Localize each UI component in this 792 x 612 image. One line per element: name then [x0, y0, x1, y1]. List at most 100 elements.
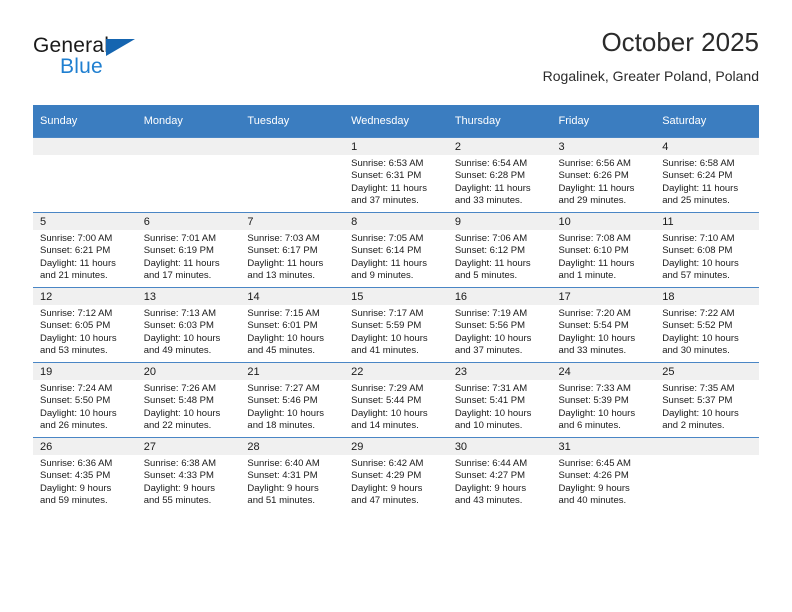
calendar-day-cell[interactable]: 29 Sunrise: 6:42 AM Sunset: 4:29 PM Dayligh… — [344, 437, 448, 512]
calendar-day-cell[interactable]: 7 Sunrise: 7:03 AM Sunset: 6:17 PM Daylight… — [240, 212, 345, 288]
title-block: October 2025 Rogalinek, Greater Poland, … — [543, 27, 759, 84]
calendar-day-cell[interactable]: 28 Sunrise: 6:40 AM Sunset: 4:31 PM Dayligh… — [240, 437, 345, 512]
daylight-text: Daylight: 11 hours — [143, 257, 220, 269]
daylight-text: and 17 minutes. — [143, 270, 212, 282]
day-number: 16 — [447, 288, 552, 305]
daylight-text: Daylight: 11 hours — [247, 257, 324, 269]
calendar-day-cell[interactable]: 31 Sunrise: 6:45 AM Sunset: 4:26 PM Dayligh… — [551, 437, 656, 512]
calendar-day-cell[interactable]: 14 Sunrise: 7:15 AM Sunset: 6:01 PM Dayligh… — [240, 287, 345, 363]
day-cell-inner: 16 Sunrise: 7:19 AM Sunset: 5:56 PM Dayligh… — [447, 288, 552, 362]
calendar-day-cell[interactable]: 27 Sunrise: 6:38 AM Sunset: 4:33 PM Dayligh… — [136, 437, 241, 512]
daylight-text: and 40 minutes. — [558, 495, 627, 507]
daylight-text: Daylight: 9 hours — [143, 482, 215, 494]
calendar-day-cell[interactable]: 9 Sunrise: 7:06 AM Sunset: 6:12 PM Daylight… — [447, 212, 552, 288]
day-cell-inner: 29 Sunrise: 6:42 AM Sunset: 4:29 PM Dayligh… — [344, 438, 448, 512]
sunset-text: Sunset: 6:01 PM — [247, 320, 318, 332]
sunset-text: Sunset: 5:50 PM — [40, 395, 111, 407]
day-sun-info: Sunrise: 6:44 AM Sunset: 4:27 PM Daylight:… — [448, 455, 552, 508]
day-sun-info: Sunrise: 7:17 AM Sunset: 5:59 PM Daylight:… — [344, 305, 448, 358]
daylight-text: Daylight: 11 hours — [662, 182, 739, 194]
day-sun-info — [33, 155, 137, 158]
daylight-text: and 18 minutes. — [247, 420, 316, 432]
day-number: 29 — [344, 438, 448, 455]
calendar-day-cell[interactable]: 30 Sunrise: 6:44 AM Sunset: 4:27 PM Dayligh… — [447, 437, 552, 512]
calendar-day-cell[interactable]: 20 Sunrise: 7:26 AM Sunset: 5:48 PM Dayligh… — [136, 362, 241, 438]
calendar-day-cell[interactable]: 22 Sunrise: 7:29 AM Sunset: 5:44 PM Dayligh… — [344, 362, 448, 438]
day-sun-info: Sunrise: 7:13 AM Sunset: 6:03 PM Daylight:… — [137, 305, 241, 358]
weekday-header-friday: Friday — [551, 105, 656, 138]
day-cell-inner: 22 Sunrise: 7:29 AM Sunset: 5:44 PM Dayligh… — [344, 363, 448, 437]
day-cell-inner: 18 Sunrise: 7:22 AM Sunset: 5:52 PM Dayligh… — [655, 288, 759, 362]
daylight-text: Daylight: 11 hours — [351, 182, 427, 194]
day-sun-info: Sunrise: 7:06 AM Sunset: 6:12 PM Daylight:… — [448, 230, 552, 283]
calendar-day-cell[interactable]: 23 Sunrise: 7:31 AM Sunset: 5:41 PM Dayligh… — [447, 362, 552, 438]
logo-triangle-icon — [106, 39, 135, 56]
day-cell-inner: 24 Sunrise: 7:33 AM Sunset: 5:39 PM Dayligh… — [551, 363, 656, 437]
calendar-day-cell[interactable]: 24 Sunrise: 7:33 AM Sunset: 5:39 PM Dayligh… — [551, 362, 656, 438]
daylight-text: and 2 minutes. — [662, 420, 725, 432]
calendar-day-cell[interactable]: 3 Sunrise: 6:56 AM Sunset: 6:26 PM Daylight… — [551, 137, 656, 213]
page-header: General Blue October 2025 Rogalinek, Gre… — [33, 27, 759, 100]
daylight-text: and 6 minutes. — [558, 420, 621, 432]
sunset-text: Sunset: 6:03 PM — [143, 320, 214, 332]
sunset-text: Sunset: 6:17 PM — [247, 245, 318, 257]
day-cell-inner: 14 Sunrise: 7:15 AM Sunset: 6:01 PM Dayligh… — [240, 288, 345, 362]
day-cell-inner: 21 Sunrise: 7:27 AM Sunset: 5:46 PM Dayligh… — [240, 363, 345, 437]
calendar-day-cell[interactable]: 4 Sunrise: 6:58 AM Sunset: 6:24 PM Daylight… — [655, 137, 759, 213]
calendar-day-cell[interactable]: 25 Sunrise: 7:35 AM Sunset: 5:37 PM Dayligh… — [655, 362, 759, 438]
calendar-day-cell[interactable]: 19 Sunrise: 7:24 AM Sunset: 5:50 PM Dayligh… — [33, 362, 137, 438]
day-cell-inner: 17 Sunrise: 7:20 AM Sunset: 5:54 PM Dayligh… — [551, 288, 656, 362]
day-sun-info: Sunrise: 7:31 AM Sunset: 5:41 PM Daylight:… — [448, 380, 552, 433]
day-cell-inner: 12 Sunrise: 7:12 AM Sunset: 6:05 PM Dayligh… — [33, 288, 137, 362]
sunset-text: Sunset: 4:33 PM — [143, 470, 214, 482]
day-sun-info: Sunrise: 7:12 AM Sunset: 6:05 PM Daylight:… — [33, 305, 137, 358]
sunrise-text: Sunrise: 6:40 AM — [247, 458, 320, 469]
calendar-day-cell[interactable]: 12 Sunrise: 7:12 AM Sunset: 6:05 PM Dayligh… — [33, 287, 137, 363]
day-sun-info: Sunrise: 6:45 AM Sunset: 4:26 PM Daylight:… — [552, 455, 656, 508]
daylight-text: and 25 minutes. — [662, 195, 730, 207]
day-cell-inner: 2 Sunrise: 6:54 AM Sunset: 6:28 PM Daylight… — [447, 138, 552, 212]
day-sun-info: Sunrise: 7:26 AM Sunset: 5:48 PM Daylight:… — [137, 380, 241, 433]
calendar-day-cell[interactable]: 2 Sunrise: 6:54 AM Sunset: 6:28 PM Daylight… — [447, 137, 552, 213]
day-number — [655, 438, 759, 455]
calendar-day-cell[interactable]: 6 Sunrise: 7:01 AM Sunset: 6:19 PM Daylight… — [136, 212, 241, 288]
calendar-day-cell[interactable]: 13 Sunrise: 7:13 AM Sunset: 6:03 PM Dayligh… — [136, 287, 241, 363]
daylight-text: and 10 minutes. — [454, 420, 523, 432]
day-number: 17 — [551, 288, 656, 305]
calendar-day-cell[interactable]: 11 Sunrise: 7:10 AM Sunset: 6:08 PM Dayligh… — [655, 212, 759, 288]
calendar-day-cell[interactable]: 8 Sunrise: 7:05 AM Sunset: 6:14 PM Daylight… — [344, 212, 448, 288]
sunrise-text: Sunrise: 6:36 AM — [40, 458, 113, 469]
calendar-day-cell[interactable]: 26 Sunrise: 6:36 AM Sunset: 4:35 PM Dayligh… — [33, 437, 137, 512]
day-number: 19 — [33, 363, 137, 380]
calendar-table: Sunday Monday Tuesday Wednesday Thursday… — [33, 105, 759, 512]
calendar-day-cell-empty — [136, 137, 241, 213]
calendar-day-cell[interactable]: 10 Sunrise: 7:08 AM Sunset: 6:10 PM Dayligh… — [551, 212, 656, 288]
day-number: 27 — [136, 438, 241, 455]
daylight-text: Daylight: 11 hours — [40, 257, 116, 269]
day-sun-info: Sunrise: 7:24 AM Sunset: 5:50 PM Daylight:… — [33, 380, 137, 433]
daylight-text: Daylight: 10 hours — [662, 257, 739, 269]
calendar-day-cell[interactable]: 16 Sunrise: 7:19 AM Sunset: 5:56 PM Dayligh… — [447, 287, 552, 363]
calendar-day-cell[interactable]: 18 Sunrise: 7:22 AM Sunset: 5:52 PM Dayligh… — [655, 287, 759, 363]
generalblue-logo[interactable]: General Blue — [33, 34, 223, 92]
weekday-header-tuesday: Tuesday — [240, 105, 345, 138]
sunset-text: Sunset: 5:37 PM — [662, 395, 733, 407]
day-cell-inner: 10 Sunrise: 7:08 AM Sunset: 6:10 PM Dayligh… — [551, 213, 656, 287]
day-sun-info: Sunrise: 7:05 AM Sunset: 6:14 PM Daylight:… — [344, 230, 448, 283]
weekday-header-thursday: Thursday — [447, 105, 552, 138]
day-sun-info: Sunrise: 7:00 AM Sunset: 6:21 PM Daylight:… — [33, 230, 137, 283]
daylight-text: and 26 minutes. — [40, 420, 108, 432]
daylight-text: Daylight: 10 hours — [247, 332, 324, 344]
daylight-text: Daylight: 9 hours — [351, 482, 423, 494]
calendar-day-cell[interactable]: 17 Sunrise: 7:20 AM Sunset: 5:54 PM Dayligh… — [551, 287, 656, 363]
calendar-day-cell[interactable]: 21 Sunrise: 7:27 AM Sunset: 5:46 PM Dayligh… — [240, 362, 345, 438]
daylight-text: Daylight: 9 hours — [40, 482, 112, 494]
calendar-day-cell[interactable]: 5 Sunrise: 7:00 AM Sunset: 6:21 PM Daylight… — [33, 212, 137, 288]
calendar-day-cell[interactable]: 15 Sunrise: 7:17 AM Sunset: 5:59 PM Dayligh… — [344, 287, 448, 363]
calendar-week-row: 12 Sunrise: 7:12 AM Sunset: 6:05 PM Dayligh… — [33, 287, 759, 363]
day-number: 21 — [240, 363, 345, 380]
daylight-text: Daylight: 10 hours — [558, 332, 636, 344]
day-sun-info: Sunrise: 6:38 AM Sunset: 4:33 PM Daylight:… — [137, 455, 241, 508]
calendar-day-cell[interactable]: 1 Sunrise: 6:53 AM Sunset: 6:31 PM Daylight… — [344, 137, 448, 213]
calendar-header-row: Sunday Monday Tuesday Wednesday Thursday… — [33, 105, 759, 138]
